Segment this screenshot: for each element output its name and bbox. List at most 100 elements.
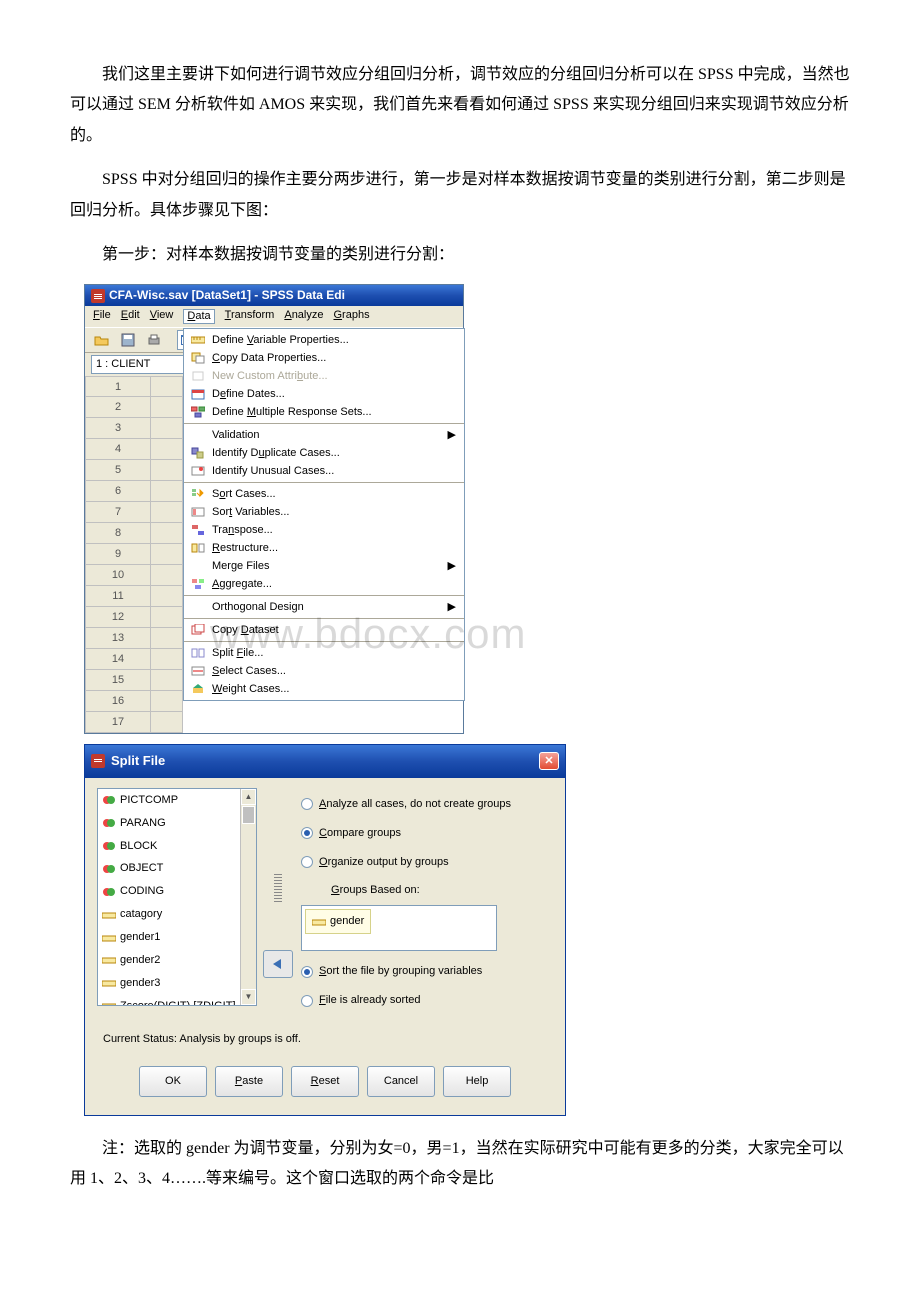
ruler-var-icon [102,932,116,944]
scroll-up-icon[interactable]: ▲ [241,789,256,805]
row-header[interactable]: 9 [85,544,151,565]
list-item[interactable]: Zscore(DIGIT) [ZDIGIT] [98,995,256,1006]
scale-var-icon [102,863,116,875]
duplicate-icon [190,446,206,460]
list-item[interactable]: gender2 [98,949,256,972]
split-file-icon [190,646,206,660]
menu-select-cases[interactable]: Select Cases... [184,662,464,680]
print-icon[interactable] [143,330,165,350]
ruler-var-icon [102,909,116,921]
select-cases-icon [190,664,206,678]
menu-identify-duplicate[interactable]: Identify Duplicate Cases... [184,444,464,462]
paragraph-4: 注：选取的 gender 为调节变量，分别为女=0，男=1，当然在实际研究中可能… [70,1134,850,1195]
radio-already-sorted[interactable]: File is already sorted [301,990,553,1011]
ruler-icon [190,333,206,347]
scrollbar[interactable]: ▲ ▼ [240,789,256,1005]
row-header[interactable]: 17 [85,712,151,733]
menu-copy-data-properties[interactable]: Copy Data Properties... [184,349,464,367]
radio-analyze-all[interactable]: Analyze all cases, do not create groups [301,794,553,815]
row-header[interactable]: 8 [85,523,151,544]
row-header[interactable]: 13 [85,628,151,649]
menu-identify-unusual[interactable]: Identify Unusual Cases... [184,462,464,480]
list-item[interactable]: PARANG [98,812,256,835]
variable-list[interactable]: PICTCOMP PARANG BLOCK OBJECT CODING cata… [97,788,257,1006]
spss-app-icon [91,289,105,303]
row-header[interactable]: 10 [85,565,151,586]
menu-transpose[interactable]: Transpose... [184,521,464,539]
list-item[interactable]: gender3 [98,972,256,995]
row-header[interactable]: 3 [85,418,151,439]
list-item[interactable]: CODING [98,880,256,903]
list-item[interactable]: PICTCOMP [98,789,256,812]
row-header[interactable]: 2 [85,397,151,418]
list-item[interactable]: BLOCK [98,835,256,858]
submenu-arrow-icon: ▶ [448,560,456,573]
radio-sort-by-grouping[interactable]: Sort the file by grouping variables [301,961,553,982]
ok-button[interactable]: OK [139,1066,207,1097]
menu-define-dates[interactable]: Define Dates... [184,385,464,403]
menu-weight-cases[interactable]: Weight Cases... [184,680,464,698]
row-header[interactable]: 1 [85,376,151,397]
menu-new-custom-attribute: New Custom Attribute... [184,367,464,385]
row-header[interactable]: 12 [85,607,151,628]
radio-compare-groups[interactable]: Compare groups [301,823,553,844]
help-button[interactable]: Help [443,1066,511,1097]
menu-graphs[interactable]: Graphs [333,309,369,324]
menu-define-variable-properties[interactable]: Define Variable Properties... [184,331,464,349]
menu-merge-files[interactable]: Merge Files▶ [184,557,464,575]
row-header[interactable]: 16 [85,691,151,712]
ruler-var-icon [312,916,326,928]
cancel-button[interactable]: Cancel [367,1066,435,1097]
save-icon[interactable] [117,330,139,350]
menu-analyze[interactable]: Analyze [284,309,323,324]
menu-view[interactable]: View [150,309,174,324]
unusual-icon [190,464,206,478]
reset-button[interactable]: Reset [291,1066,359,1097]
row-header[interactable]: 6 [85,481,151,502]
move-variable-button[interactable] [263,950,293,978]
menu-define-multiple-response[interactable]: Define Multiple Response Sets... [184,403,464,421]
close-icon[interactable]: ✕ [539,752,559,770]
menu-edit[interactable]: Edit [121,309,140,324]
row-header[interactable]: 15 [85,670,151,691]
spss-data-editor-window: CFA-Wisc.sav [DataSet1] - SPSS Data Edi … [84,284,464,734]
ruler-var-icon [102,977,116,989]
resize-grip-icon[interactable] [274,874,282,904]
list-item[interactable]: gender1 [98,926,256,949]
scale-var-icon [102,794,116,806]
row-header[interactable]: 11 [85,586,151,607]
menu-copy-dataset[interactable]: Copy Dataset [184,621,464,639]
menu-validation[interactable]: Validation▶ [184,426,464,444]
multiple-response-icon [190,405,206,419]
menu-restructure[interactable]: Restructure... [184,539,464,557]
attribute-icon [190,369,206,383]
menu-sort-variables[interactable]: Sort Variables... [184,503,464,521]
menu-transform[interactable]: Transform [225,309,275,324]
radio-organize-output[interactable]: Organize output by groups [301,852,553,873]
scroll-thumb[interactable] [242,806,255,824]
menu-split-file[interactable]: Split File... [184,644,464,662]
title-bar: CFA-Wisc.sav [DataSet1] - SPSS Data Edi [85,285,463,305]
row-header[interactable]: 4 [85,439,151,460]
dialog-title-bar: Split File ✕ [85,745,565,778]
groups-based-on-list[interactable]: gender [301,905,497,951]
menu-aggregate[interactable]: Aggregate... [184,575,464,593]
paste-button[interactable]: Paste [215,1066,283,1097]
group-variable-chip[interactable]: gender [305,909,371,934]
open-icon[interactable] [91,330,113,350]
data-grid: 1 2 3 4 5 6 7 8 9 10 11 12 13 14 15 16 1… [85,376,463,733]
menu-file[interactable]: File [93,309,111,324]
list-item[interactable]: OBJECT [98,857,256,880]
weight-cases-icon [190,682,206,696]
scroll-down-icon[interactable]: ▼ [241,989,256,1005]
scale-var-icon [102,886,116,898]
menu-data[interactable]: Data [183,309,214,324]
groups-based-on-label: Groups Based on: [331,880,553,901]
row-header[interactable]: 5 [85,460,151,481]
row-header[interactable]: 14 [85,649,151,670]
row-header[interactable]: 7 [85,502,151,523]
menu-sort-cases[interactable]: Sort Cases... [184,485,464,503]
menu-orthogonal-design[interactable]: Orthogonal Design▶ [184,598,464,616]
list-item[interactable]: catagory [98,903,256,926]
paragraph-3: 第一步：对样本数据按调节变量的类别进行分割： [70,240,850,270]
